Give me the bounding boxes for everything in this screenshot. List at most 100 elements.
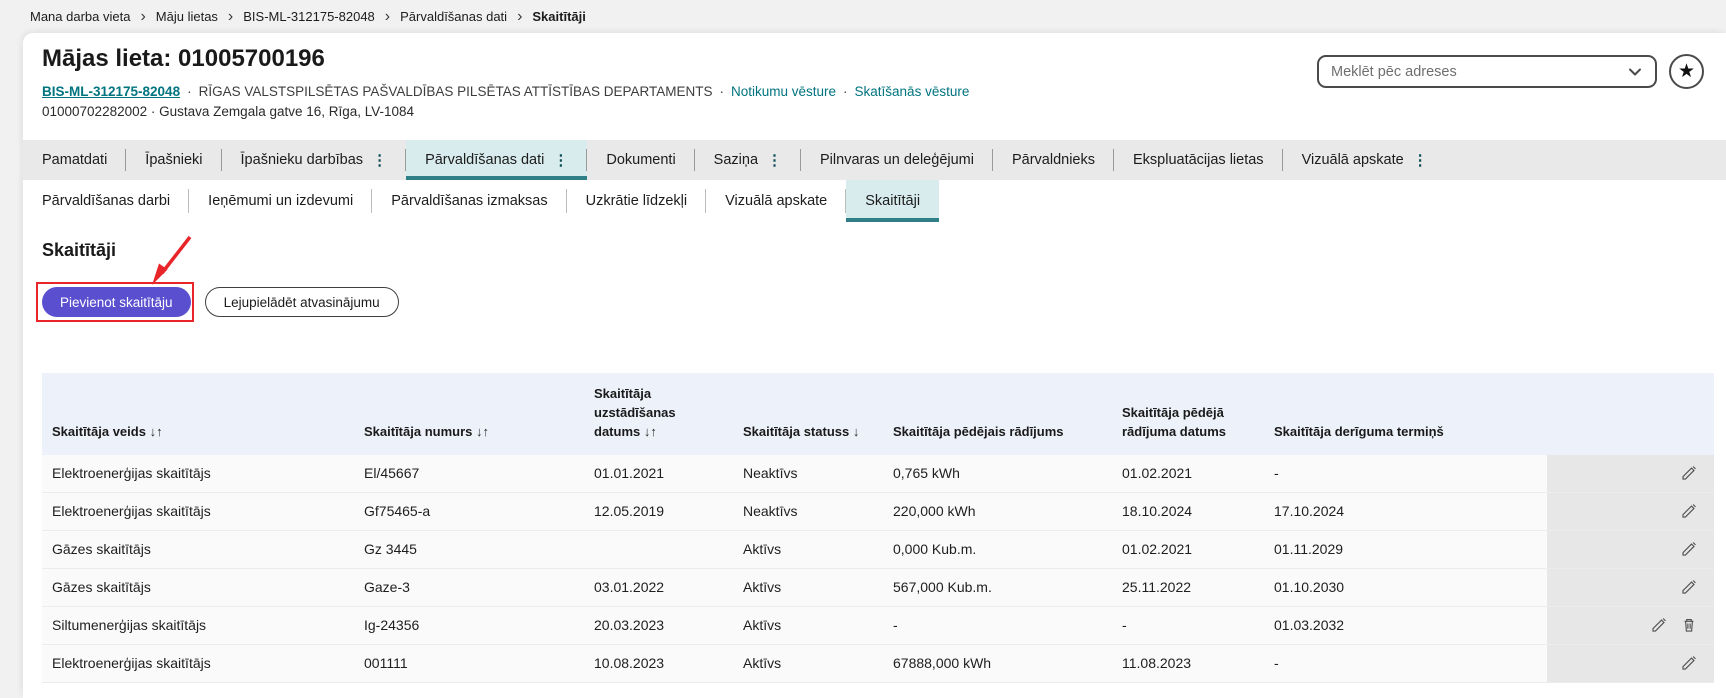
tab-label: Vizuālā apskate: [725, 193, 827, 209]
cell-numurs: 001111: [354, 645, 584, 682]
row-actions: [1547, 569, 1714, 606]
address-line: 01000702282002 · Gustava Zemgala gatve 1…: [42, 104, 1726, 119]
cell-radijums: 567,000 Kub.m.: [883, 569, 1112, 606]
tab-dokumenti[interactable]: Dokumenti: [587, 140, 694, 180]
subtab-ienemumi-un-izdevumi[interactable]: Ieņēmumi un izdevumi: [189, 180, 372, 222]
column-header-uzstadisanas-datums[interactable]: Skaitītāja uzstādīšanas datums ↓↑: [584, 385, 733, 442]
sort-icon[interactable]: ↓: [853, 424, 860, 439]
row-actions: [1547, 493, 1714, 530]
download-derivative-button[interactable]: Lejupielādēt atvasinājumu: [205, 287, 399, 317]
tab-label: Īpašnieki: [145, 152, 202, 168]
breadcrumb-item[interactable]: Pārvaldīšanas dati: [400, 9, 507, 24]
cell-radijums: 0,000 Kub.m.: [883, 531, 1112, 568]
cell-numurs: Ig-24356: [354, 607, 584, 644]
add-meter-button[interactable]: Pievienot skaitītāju: [42, 287, 191, 317]
tab-vizuala-apskate[interactable]: Vizuālā apskate⋮: [1283, 140, 1447, 180]
row-actions: [1547, 455, 1714, 492]
column-header-statuss[interactable]: Skaitītāja statuss ↓: [733, 423, 883, 442]
edit-pencil-icon[interactable]: [1680, 464, 1698, 482]
header-actions: Meklēt pēc adreses ★: [1317, 54, 1704, 89]
column-header-veids[interactable]: Skaitītāja veids ↓↑: [42, 423, 354, 442]
kebab-menu-icon[interactable]: ⋮: [767, 153, 782, 168]
edit-pencil-icon[interactable]: [1680, 540, 1698, 558]
row-actions: [1547, 607, 1714, 644]
sub-tabbar: Pārvaldīšanas darbi Ieņēmumi un izdevumi…: [23, 180, 1726, 222]
sort-icon[interactable]: ↓↑: [150, 424, 163, 439]
cell-radijums: 220,000 kWh: [883, 493, 1112, 530]
breadcrumb-item[interactable]: BIS-ML-312175-82048: [243, 9, 375, 24]
row-actions: [1547, 645, 1714, 682]
table-row: Gāzes skaitītājs Gz 3445 Aktīvs 0,000 Ku…: [42, 531, 1714, 569]
cell-uzstadisanas: 10.08.2023: [584, 645, 733, 682]
tab-label: Pārvaldīšanas dati: [425, 152, 544, 168]
cell-veids: Gāzes skaitītājs: [42, 531, 354, 568]
tab-ipasnieku-darbibas[interactable]: Īpašnieku darbības ⋮: [222, 140, 407, 180]
cell-terminjs: 17.10.2024: [1264, 493, 1547, 530]
separator: ·: [719, 84, 724, 99]
cell-statuss: Aktīvs: [733, 607, 883, 644]
subtab-vizuala-apskate[interactable]: Vizuālā apskate: [706, 180, 846, 222]
cell-statuss: Aktīvs: [733, 531, 883, 568]
breadcrumb-item[interactable]: Māju lietas: [156, 9, 218, 24]
address-text: Gustava Zemgala gatve 16, Rīga, LV-1084: [159, 104, 414, 119]
tab-pilnvaras-un-delegejumi[interactable]: Pilnvaras un deleģējumi: [801, 140, 993, 180]
tab-sazina[interactable]: Saziņa⋮: [695, 140, 801, 180]
table-row: Gāzes skaitītājs Gaze-3 03.01.2022 Aktīv…: [42, 569, 1714, 607]
cell-terminjs: -: [1264, 645, 1547, 682]
table-row: Elektroenerģijas skaitītājs El/45667 01.…: [42, 455, 1714, 493]
cell-uzstadisanas: 03.01.2022: [584, 569, 733, 606]
tab-parvaldisanas-dati[interactable]: Pārvaldīšanas dati ⋮: [406, 140, 587, 180]
tab-label: Pārvaldnieks: [1012, 152, 1095, 168]
cell-statuss: Neaktīvs: [733, 493, 883, 530]
cell-terminjs: 01.11.2029: [1264, 531, 1547, 568]
cell-numurs: Gaze-3: [354, 569, 584, 606]
table-row: Siltumenerģijas skaitītājs Ig-24356 20.0…: [42, 607, 1714, 645]
tab-parvaldnieks[interactable]: Pārvaldnieks: [993, 140, 1114, 180]
edit-pencil-icon[interactable]: [1680, 578, 1698, 596]
tab-label: Īpašnieku darbības: [241, 152, 364, 168]
main-tabbar: Pamatdati Īpašnieki Īpašnieku darbības⋮ …: [23, 140, 1726, 180]
kebab-menu-icon[interactable]: ⋮: [372, 153, 387, 168]
kebab-menu-icon[interactable]: ⋮: [1413, 153, 1428, 168]
table-row: Elektroenerģijas skaitītājs 001111 10.08…: [42, 645, 1714, 683]
edit-pencil-icon[interactable]: [1650, 616, 1668, 634]
subtab-skaititaji[interactable]: Skaitītāji: [846, 180, 939, 222]
favorite-button[interactable]: ★: [1669, 54, 1704, 89]
cell-uzstadisanas: 12.05.2019: [584, 493, 733, 530]
cell-terminjs: -: [1264, 455, 1547, 492]
tab-label: Pilnvaras un deleģējumi: [820, 152, 974, 168]
delete-trash-icon[interactable]: [1680, 616, 1698, 634]
cell-veids: Siltumenerģijas skaitītājs: [42, 607, 354, 644]
breadcrumb-separator-icon: ›: [228, 9, 233, 25]
column-header-numurs[interactable]: Skaitītāja numurs ↓↑: [354, 423, 584, 442]
subtab-parvaldisanas-izmaksas[interactable]: Pārvaldīšanas izmaksas: [372, 180, 566, 222]
subtab-uzkratie-lidzekli[interactable]: Uzkrātie līdzekļi: [567, 180, 707, 222]
edit-pencil-icon[interactable]: [1680, 654, 1698, 672]
cell-terminjs: 01.03.2032: [1264, 607, 1547, 644]
cell-radijums: 0,765 kWh: [883, 455, 1112, 492]
subtab-parvaldisanas-darbi[interactable]: Pārvaldīšanas darbi: [23, 180, 189, 222]
department-name: RĪGAS VALSTSPILSĒTAS PAŠVALDĪBAS PILSĒTA…: [199, 84, 713, 99]
tab-ekspluatacijas-lietas[interactable]: Ekspluatācijas lietas: [1114, 140, 1283, 180]
sort-icon[interactable]: ↓↑: [476, 424, 489, 439]
cell-uzstadisanas: [584, 531, 733, 568]
cell-uzstadisanas: 01.01.2021: [584, 455, 733, 492]
case-number-link[interactable]: BIS-ML-312175-82048: [42, 84, 180, 99]
toolbar: Pievienot skaitītāju Lejupielādēt atvasi…: [42, 287, 1714, 317]
tab-pamatdati[interactable]: Pamatdati: [23, 140, 126, 180]
view-history-link[interactable]: Skatīšanās vēsture: [855, 84, 970, 99]
meters-table: Skaitītāja veids ↓↑ Skaitītāja numurs ↓↑…: [42, 373, 1714, 683]
breadcrumb-item[interactable]: Mana darba vieta: [30, 9, 130, 24]
column-header-deriguma-terminjs: Skaitītāja derīguma termiņš: [1264, 423, 1547, 442]
cell-statuss: Aktīvs: [733, 645, 883, 682]
tab-label: Ekspluatācijas lietas: [1133, 152, 1264, 168]
cell-statuss: Neaktīvs: [733, 455, 883, 492]
cell-radijums: 67888,000 kWh: [883, 645, 1112, 682]
edit-pencil-icon[interactable]: [1680, 502, 1698, 520]
tab-ipasnieki[interactable]: Īpašnieki: [126, 140, 221, 180]
kebab-menu-icon[interactable]: ⋮: [553, 153, 568, 168]
sort-icon[interactable]: ↓↑: [644, 424, 657, 439]
events-history-link[interactable]: Notikumu vēsture: [731, 84, 836, 99]
address-search-select[interactable]: Meklēt pēc adreses: [1317, 55, 1657, 88]
cadastre-number: 01000702282002: [42, 104, 147, 119]
